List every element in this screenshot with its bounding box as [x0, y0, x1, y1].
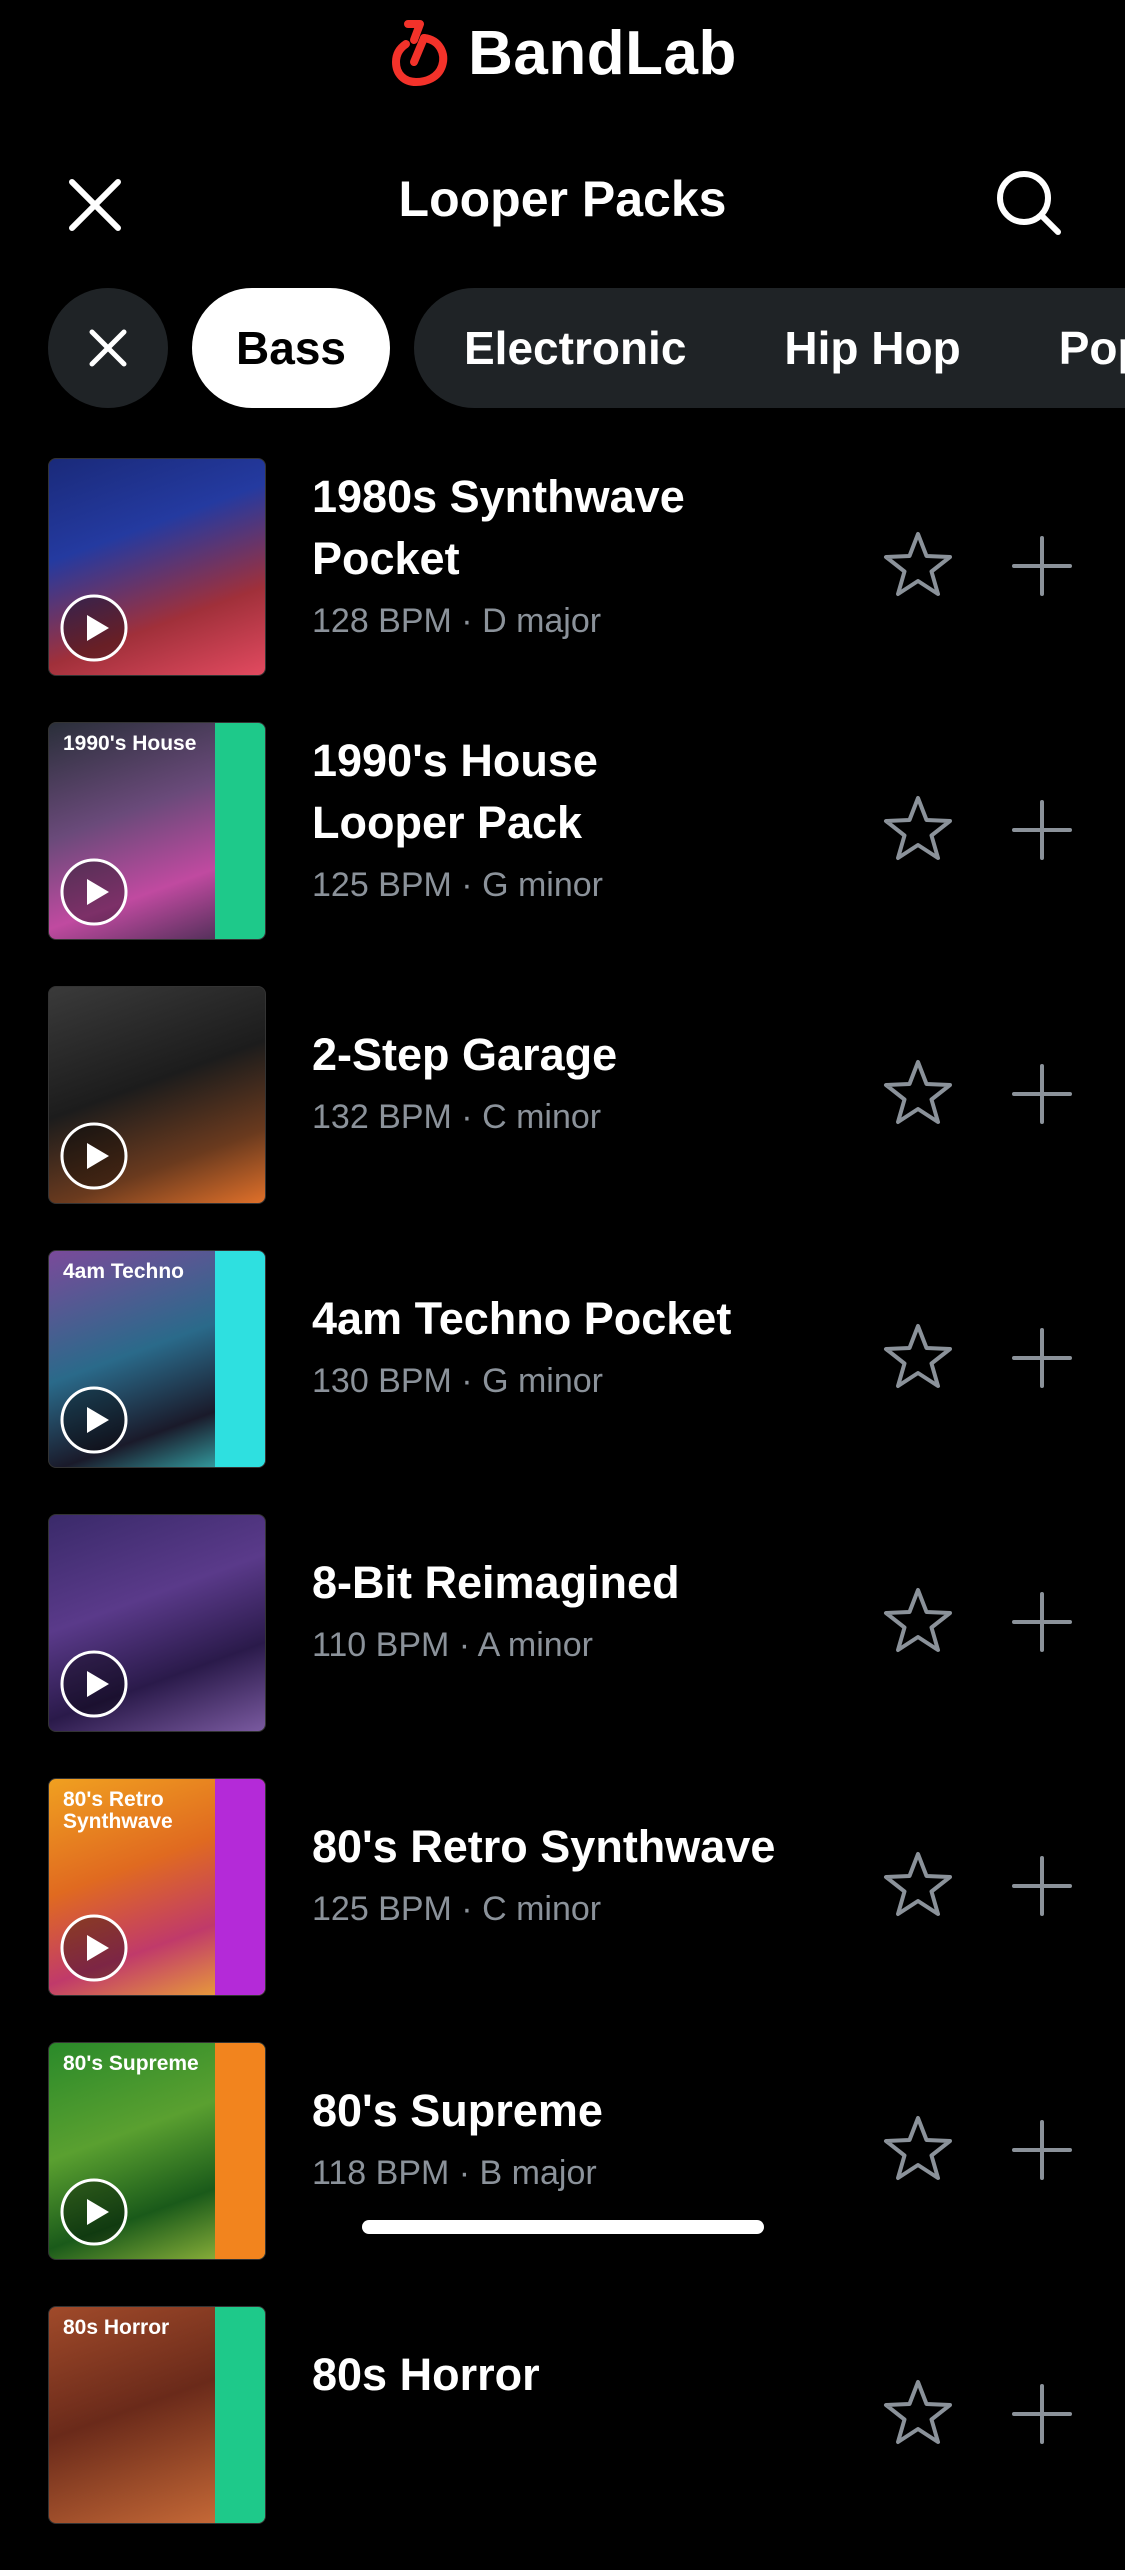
list-item[interactable]: 4am Techno 4am Techno Pocket 130 BPM · G… [0, 1250, 1125, 1514]
pack-meta: 125 BPM · G minor [312, 866, 603, 904]
play-icon[interactable] [59, 1385, 129, 1455]
plus-icon[interactable] [1008, 1852, 1076, 1920]
brand-header: BandLab [0, 8, 1125, 98]
page-title: Looper Packs [398, 171, 727, 227]
pack-name-line2: Pocket [312, 533, 460, 584]
cover-stripe [215, 1251, 265, 1467]
filter-chips: Bass Electronic Hip Hop Pop [0, 288, 1125, 408]
cover-stripe [215, 2043, 265, 2259]
pack-cover: 80's Retro Synthwave [48, 1778, 266, 1996]
filter-chip-bass[interactable]: Bass [192, 288, 390, 408]
looper-pack-list: 1980s Synthwave Pocket 128 BPM · D major… [0, 458, 1125, 2570]
pack-cover: 4am Techno [48, 1250, 266, 1468]
pack-info: 4am Techno Pocket 130 BPM · G minor [312, 1288, 832, 1401]
pack-cover: 1990's House [48, 722, 266, 940]
pack-info: 1990's House Looper Pack 125 BPM · G min… [312, 730, 832, 905]
home-indicator[interactable] [362, 2220, 764, 2234]
pack-info: 2-Step Garage 132 BPM · C minor [312, 1024, 832, 1137]
brand-name: BandLab [468, 18, 737, 88]
star-outline-icon[interactable] [880, 792, 956, 868]
play-icon[interactable] [59, 1121, 129, 1191]
pack-name: 80s Horror [312, 2349, 540, 2400]
filter-chip-group: Electronic Hip Hop Pop [414, 288, 1125, 408]
pack-cover [48, 986, 266, 1204]
pack-meta: 110 BPM · A minor [312, 1626, 593, 1664]
clear-filter-button[interactable] [48, 288, 168, 408]
pack-name: 1990's House [312, 735, 598, 786]
pack-info: 80's Supreme 118 BPM · B major [312, 2080, 832, 2193]
pack-name: 8-Bit Reimagined [312, 1557, 680, 1608]
bandlab-logo-icon [392, 20, 448, 87]
plus-icon[interactable] [1008, 1060, 1076, 1128]
filter-chip-hip-hop[interactable]: Hip Hop [784, 321, 960, 375]
star-outline-icon[interactable] [880, 1320, 956, 1396]
pack-info: 80's Retro Synthwave 125 BPM · C minor [312, 1816, 832, 1929]
plus-icon[interactable] [1008, 1324, 1076, 1392]
play-icon[interactable] [59, 1649, 129, 1719]
pack-name: 80's Retro Synthwave [312, 1821, 776, 1872]
filter-chip-electronic[interactable]: Electronic [464, 321, 686, 375]
play-icon[interactable] [59, 593, 129, 663]
plus-icon[interactable] [1008, 1588, 1076, 1656]
list-item[interactable]: 80s Horror 80s Horror [0, 2306, 1125, 2570]
play-icon[interactable] [59, 1913, 129, 1983]
star-outline-icon[interactable] [880, 1584, 956, 1660]
play-icon[interactable] [59, 857, 129, 927]
plus-icon[interactable] [1008, 796, 1076, 864]
pack-info: 8-Bit Reimagined 110 BPM · A minor [312, 1552, 832, 1665]
pack-meta: 128 BPM · D major [312, 602, 602, 640]
plus-icon[interactable] [1008, 2380, 1076, 2448]
pack-cover [48, 458, 266, 676]
cover-label: 1990's House [63, 732, 197, 755]
pack-name: 4am Techno Pocket [312, 1293, 732, 1344]
cover-stripe [215, 2307, 265, 2523]
search-icon[interactable] [990, 164, 1070, 244]
pack-meta: 130 BPM · G minor [312, 1362, 603, 1400]
close-icon [89, 329, 127, 367]
pack-info: 80s Horror [312, 2344, 832, 2406]
play-icon[interactable] [59, 2177, 129, 2247]
cover-label: 80's Retro Synthwave [63, 1788, 173, 1834]
pack-cover: 80s Horror [48, 2306, 266, 2524]
star-outline-icon[interactable] [880, 2112, 956, 2188]
pack-meta: 125 BPM · C minor [312, 1890, 602, 1928]
plus-icon[interactable] [1008, 2116, 1076, 2184]
list-item[interactable]: 8-Bit Reimagined 110 BPM · A minor [0, 1514, 1125, 1778]
cover-label: 80s Horror [63, 2316, 170, 2339]
pack-cover [48, 1514, 266, 1732]
list-item[interactable]: 1980s Synthwave Pocket 128 BPM · D major [0, 458, 1125, 722]
star-outline-icon[interactable] [880, 1056, 956, 1132]
pack-name: 80's Supreme [312, 2085, 603, 2136]
pack-meta: 118 BPM · B major [312, 2154, 597, 2192]
list-item[interactable]: 2-Step Garage 132 BPM · C minor [0, 986, 1125, 1250]
star-outline-icon[interactable] [880, 1848, 956, 1924]
pack-meta: 132 BPM · C minor [312, 1098, 602, 1136]
pack-name: 2-Step Garage [312, 1029, 618, 1080]
pack-info: 1980s Synthwave Pocket 128 BPM · D major [312, 466, 832, 641]
list-item[interactable]: 80's Supreme 80's Supreme 118 BPM · B ma… [0, 2042, 1125, 2306]
cover-stripe [215, 723, 265, 939]
pack-name: 1980s Synthwave [312, 471, 685, 522]
list-item[interactable]: 1990's House 1990's House Looper Pack 12… [0, 722, 1125, 986]
cover-stripe [215, 1779, 265, 1995]
pack-name-line2: Looper Pack [312, 797, 583, 848]
list-item[interactable]: 80's Retro Synthwave 80's Retro Synthwav… [0, 1778, 1125, 2042]
plus-icon[interactable] [1008, 532, 1076, 600]
pack-cover: 80's Supreme [48, 2042, 266, 2260]
star-outline-icon[interactable] [880, 2376, 956, 2452]
page-header: Looper Packs [0, 150, 1125, 250]
cover-label: 4am Techno [63, 1260, 184, 1283]
star-outline-icon[interactable] [880, 528, 956, 604]
filter-chip-pop[interactable]: Pop [1059, 321, 1125, 375]
cover-label: 80's Supreme [63, 2052, 199, 2075]
